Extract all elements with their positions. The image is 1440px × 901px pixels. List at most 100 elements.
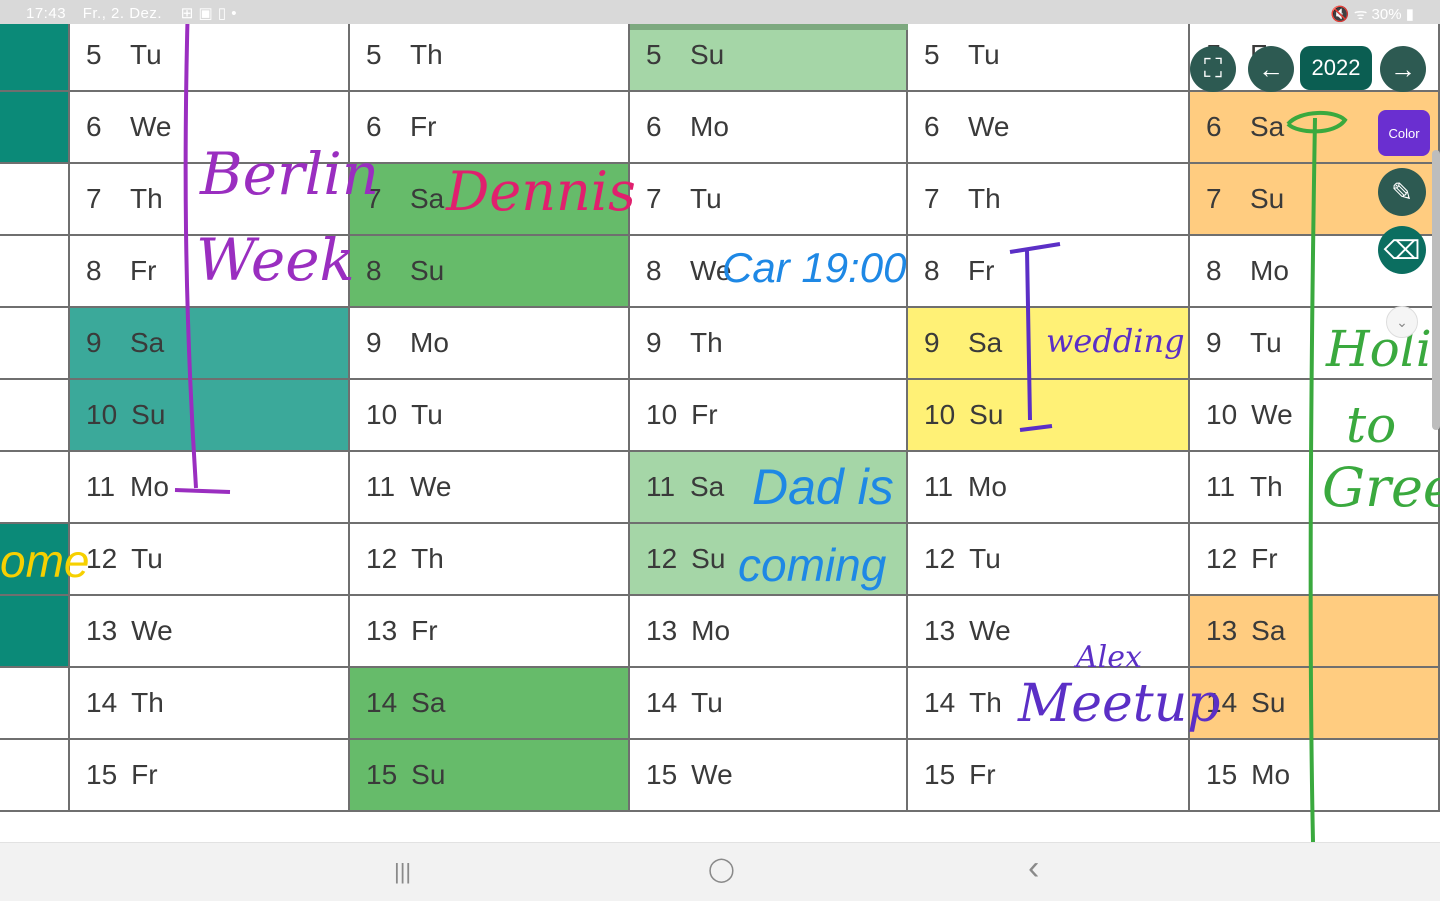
status-time: 17:43 [26, 5, 67, 22]
home-button[interactable]: ◯ [708, 855, 735, 884]
weekday-label: Mo [968, 471, 1007, 502]
day-number: 9 [366, 327, 382, 358]
day-number: 15 [1206, 759, 1238, 790]
day-cell[interactable]: 14 Sa [350, 668, 630, 740]
weekday-label: We [1251, 399, 1293, 430]
recents-button[interactable]: ||| [394, 859, 411, 885]
day-cell[interactable]: 12 Tu [908, 524, 1190, 596]
weekday-label: Tu [969, 543, 1001, 574]
ink-wedding: wedding [1046, 322, 1185, 360]
day-cell[interactable] [0, 20, 70, 92]
day-number: 10 [86, 399, 118, 430]
day-cell[interactable]: 5 Th [350, 20, 630, 92]
day-cell[interactable]: 11 Mo [70, 452, 350, 524]
weekday-label: Tu [690, 183, 722, 214]
next-year-button[interactable]: → [1380, 46, 1426, 92]
day-cell[interactable]: 7 Th [908, 164, 1190, 236]
day-cell[interactable]: 15 Mo [1190, 740, 1440, 812]
day-cell[interactable]: 13 Sa [1190, 596, 1440, 668]
day-number: 7 [1206, 183, 1222, 214]
weekday-label: Tu [1250, 327, 1282, 358]
day-cell[interactable]: 15 Fr [70, 740, 350, 812]
day-cell[interactable]: 10 Tu [350, 380, 630, 452]
day-cell[interactable]: 15 We [630, 740, 908, 812]
weekday-label: Su [131, 399, 166, 430]
day-cell[interactable]: 8 Su [350, 236, 630, 308]
day-cell[interactable]: 13 We [70, 596, 350, 668]
day-cell[interactable]: 6 Fr [350, 92, 630, 164]
day-number: 11 [86, 471, 116, 502]
back-button[interactable]: ‹ [1028, 849, 1039, 888]
arrow-left-icon: ← [1258, 53, 1284, 84]
day-cell[interactable] [0, 92, 70, 164]
year-label[interactable]: 2022 [1300, 46, 1372, 90]
day-cell[interactable] [0, 236, 70, 308]
day-cell[interactable]: 10 We [1190, 380, 1440, 452]
day-cell[interactable] [0, 668, 70, 740]
day-number: 13 [86, 615, 118, 646]
day-cell[interactable]: 6 Mo [630, 92, 908, 164]
day-cell[interactable]: 15 Su [350, 740, 630, 812]
weekday-label: Fr [968, 255, 995, 286]
day-cell[interactable]: 10 Su [908, 380, 1190, 452]
day-number: 9 [86, 327, 102, 358]
day-cell[interactable]: 5 Tu [70, 20, 350, 92]
day-cell[interactable] [0, 380, 70, 452]
day-cell[interactable] [0, 740, 70, 812]
weekday-label: Th [410, 39, 443, 70]
day-number: 8 [1206, 255, 1222, 286]
pen-tool-button[interactable]: ✎ [1378, 168, 1426, 216]
day-cell[interactable] [0, 452, 70, 524]
day-number: 14 [86, 687, 118, 718]
day-cell[interactable]: 13 Mo [630, 596, 908, 668]
day-cell[interactable]: 9 Mo [350, 308, 630, 380]
weekday-label: Su [1251, 687, 1286, 718]
fullscreen-button[interactable]: ⛶ [1190, 46, 1236, 92]
day-cell[interactable]: 5 Tu [908, 20, 1190, 92]
weekday-label: Sa [411, 687, 446, 718]
day-cell[interactable]: 14 Su [1190, 668, 1440, 740]
ink-to: to [1346, 396, 1397, 454]
day-cell[interactable]: 13 Fr [350, 596, 630, 668]
day-number: 6 [86, 111, 102, 142]
day-number: 11 [1206, 471, 1236, 502]
weekday-label: We [969, 615, 1011, 646]
weekday-label: Tu [131, 543, 163, 574]
eraser-tool-button[interactable]: ⌫ [1378, 226, 1426, 274]
day-cell[interactable]: 10 Su [70, 380, 350, 452]
day-cell[interactable]: 14 Tu [630, 668, 908, 740]
day-cell[interactable]: 6 We [908, 92, 1190, 164]
previous-year-button[interactable]: ← [1248, 46, 1294, 92]
weekday-label: We [691, 759, 733, 790]
ink-alex: Alex [1076, 640, 1142, 675]
day-cell[interactable]: 10 Fr [630, 380, 908, 452]
day-cell[interactable]: 12 Tu [70, 524, 350, 596]
day-cell[interactable]: 8 Fr [908, 236, 1190, 308]
day-cell[interactable]: 11 Mo [908, 452, 1190, 524]
color-picker-button[interactable]: Color [1378, 110, 1430, 156]
day-cell[interactable]: 9 Th [630, 308, 908, 380]
day-cell[interactable]: 14 Th [70, 668, 350, 740]
weekday-label: Tu [691, 687, 723, 718]
scrollbar-thumb[interactable] [1432, 150, 1440, 430]
day-cell[interactable]: 12 Fr [1190, 524, 1440, 596]
pen-icon: ✎ [1391, 176, 1413, 207]
day-cell[interactable]: 15 Fr [908, 740, 1190, 812]
day-cell[interactable] [0, 164, 70, 236]
day-cell[interactable]: 11 We [350, 452, 630, 524]
day-number: 8 [86, 255, 102, 286]
day-number: 8 [924, 255, 940, 286]
expand-tools-button[interactable]: ⌄ [1386, 306, 1418, 338]
weekday-label: Mo [1250, 255, 1289, 286]
day-cell[interactable] [0, 596, 70, 668]
day-cell[interactable]: 9 Sa [70, 308, 350, 380]
day-number: 14 [366, 687, 398, 718]
day-cell[interactable]: 12 Th [350, 524, 630, 596]
day-cell[interactable]: 13 We [908, 596, 1190, 668]
day-cell[interactable]: 7 Tu [630, 164, 908, 236]
day-cell[interactable]: 5 Su [630, 20, 908, 92]
day-cell[interactable] [0, 308, 70, 380]
day-number: 11 [366, 471, 396, 502]
weekday-label: Su [691, 543, 726, 574]
status-date: Fr., 2. Dez. [82, 5, 163, 22]
